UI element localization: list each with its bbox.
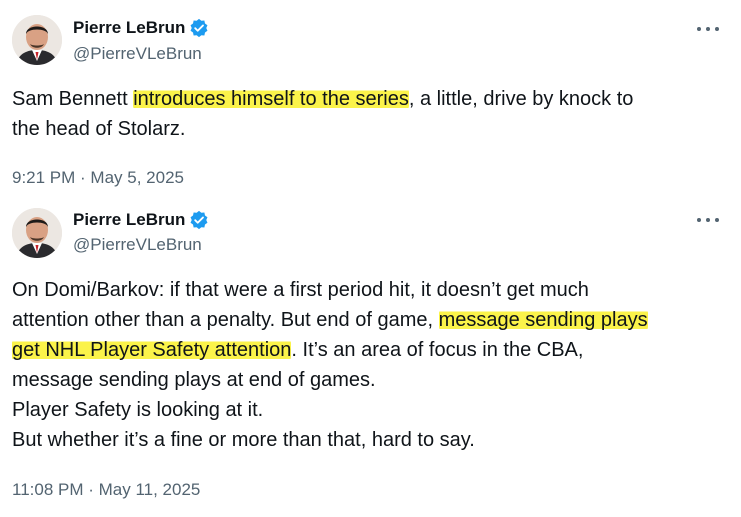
more-options-icon[interactable] <box>697 213 719 227</box>
tweet-text: On Domi/Barkov: if that were a first per… <box>12 275 724 455</box>
highlighted-text: introduces himself to the series <box>133 88 409 110</box>
text-line: get NHL Player Safety attention. It’s an… <box>12 339 584 361</box>
author-handle[interactable]: @PierreVLeBrun <box>73 235 202 255</box>
text-line: Player Safety is looking at it. <box>12 399 264 421</box>
author-handle[interactable]: @PierreVLeBrun <box>73 44 202 64</box>
tweet-text: Sam Bennett introduces himself to the se… <box>12 84 724 144</box>
text-line: Sam Bennett introduces himself to the se… <box>12 88 634 110</box>
timestamp[interactable]: 11:08 PM · May 11, 2025 <box>12 480 200 500</box>
verified-badge-icon <box>189 18 209 38</box>
more-options-icon[interactable] <box>697 22 719 36</box>
timestamp[interactable]: 9:21 PM · May 5, 2025 <box>12 168 184 188</box>
avatar[interactable] <box>12 15 62 65</box>
text-line: On Domi/Barkov: if that were a first per… <box>12 279 589 301</box>
highlighted-text: get NHL Player Safety attention <box>12 339 292 361</box>
author-row: Pierre LeBrun <box>73 18 209 38</box>
tweet: Pierre LeBrun @PierreVLeBrun On Domi/Bar… <box>0 200 741 517</box>
text-line: But whether it’s a fine or more than tha… <box>12 429 475 451</box>
verified-badge-icon <box>189 210 209 230</box>
avatar[interactable] <box>12 208 62 258</box>
tweet: Pierre LeBrun @PierreVLeBrun Sam Bennett… <box>0 0 741 200</box>
highlighted-text: message sending plays <box>438 309 648 331</box>
text-line: message sending plays at end of games. <box>12 369 376 391</box>
author-name[interactable]: Pierre LeBrun <box>73 210 185 230</box>
author-row: Pierre LeBrun <box>73 210 209 230</box>
text-line: attention other than a penalty. But end … <box>12 309 648 331</box>
author-name[interactable]: Pierre LeBrun <box>73 18 185 38</box>
text-line: the head of Stolarz. <box>12 118 186 140</box>
